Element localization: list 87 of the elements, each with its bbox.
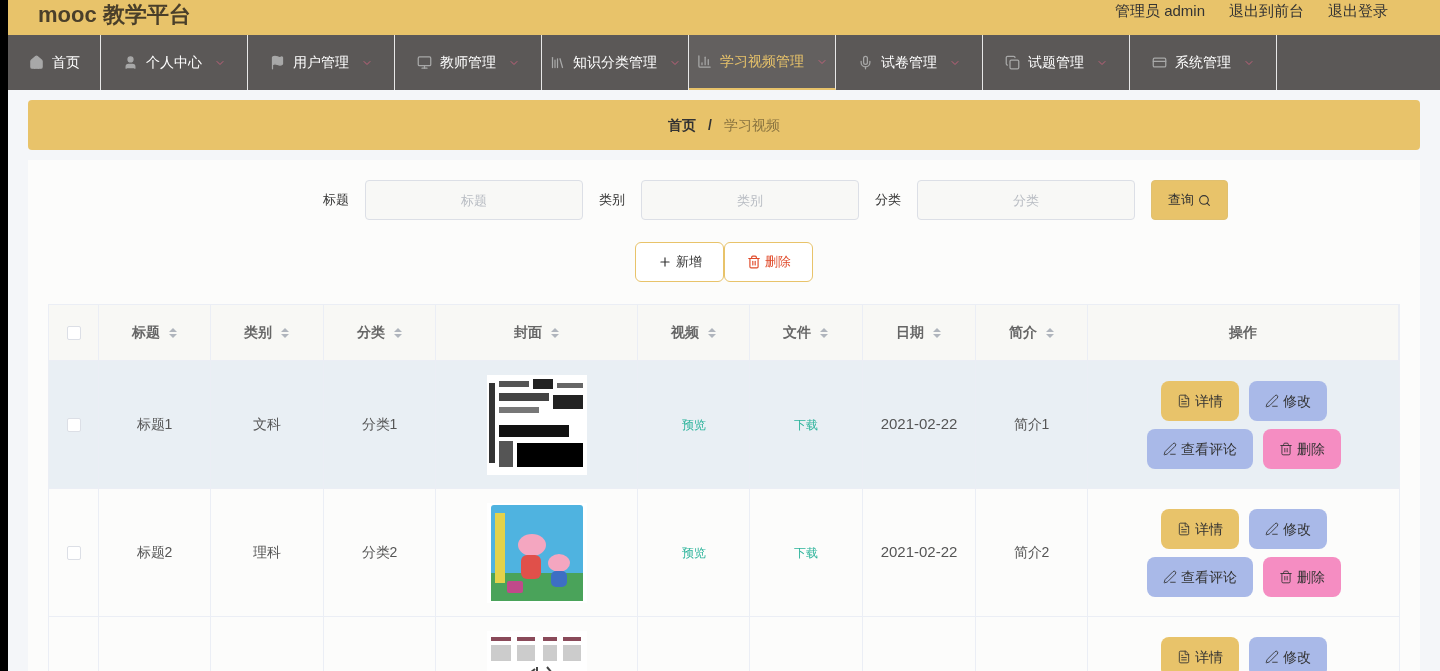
search-field[interactable]: 分类 [916, 180, 1135, 220]
document-icon [1176, 650, 1191, 664]
nav-tab[interactable]: 知识分类管理 [542, 35, 689, 90]
document-icon [1176, 522, 1191, 536]
username-text: 管理员 admin [1114, 2, 1205, 20]
trash-icon [1278, 570, 1293, 584]
delete-button[interactable]: 删除 [1262, 429, 1341, 469]
trash-icon [1278, 442, 1293, 456]
table-cell-text: 标题1 [136, 415, 173, 434]
nav-tab[interactable]: 学习视频管理 [689, 35, 836, 90]
detail-button[interactable]: 详情 [1160, 509, 1239, 549]
search-field[interactable]: 标题 [364, 180, 583, 220]
pen-icon [1264, 650, 1279, 664]
monitor-icon [416, 55, 432, 70]
checkbox[interactable] [66, 325, 81, 340]
breadcrumb-separator: / [708, 115, 712, 135]
flag-icon [269, 55, 285, 70]
search-icon [1197, 193, 1211, 207]
pen-icon [1162, 442, 1177, 456]
copy-icon [1004, 55, 1020, 70]
column-header[interactable]: 简介 [1008, 322, 1037, 343]
search-button[interactable]: 查询 [1150, 180, 1228, 220]
table-cell-text: 理科 [253, 543, 281, 562]
table-cell-text: 简介1 [1013, 415, 1050, 434]
sort-icon [706, 326, 717, 339]
edit-button[interactable]: 修改 [1248, 637, 1327, 671]
sort-icon [819, 326, 829, 339]
column-header[interactable]: 视频 [670, 322, 699, 343]
nav-tab[interactable]: 首页 [8, 35, 101, 90]
column-header[interactable]: 类别 [244, 322, 272, 343]
home-icon [28, 55, 44, 70]
header-link[interactable]: 退出到前台 [1229, 2, 1304, 20]
nav-tab[interactable]: 教师管理 [395, 35, 542, 90]
microphone-icon [857, 55, 873, 70]
field-label: 类别 [597, 191, 625, 210]
column-header[interactable]: 文件 [783, 322, 811, 343]
edit-button[interactable]: 修改 [1248, 509, 1327, 549]
breadcrumb-item[interactable]: 首页 [668, 114, 697, 136]
table-cell-text: 2021-02-22 [880, 542, 958, 563]
checkbox[interactable] [66, 417, 81, 432]
column-header[interactable]: 分类 [356, 322, 385, 343]
detail-button[interactable]: 详情 [1160, 637, 1239, 671]
plus-icon [657, 255, 672, 269]
sort-icon [1044, 326, 1055, 339]
comments-button[interactable]: 查看评论 [1146, 429, 1253, 469]
field-label: 标题 [321, 191, 349, 210]
site-title: mooc 教学平台 [38, 2, 191, 28]
field-label: 分类 [873, 191, 901, 210]
document-icon [1176, 394, 1191, 408]
sort-icon [932, 326, 942, 339]
table-cell-text: 分类2 [361, 543, 398, 562]
sort-icon [392, 326, 403, 339]
table-cell-text: 简介2 [1013, 543, 1050, 562]
table-cell-text: 2021-02-22 [880, 414, 958, 435]
nav-tab[interactable]: 个人中心 [101, 35, 248, 90]
trash-icon [746, 255, 761, 269]
pen-icon [1264, 394, 1279, 408]
edit-button[interactable]: 修改 [1248, 381, 1327, 421]
add-button[interactable]: 新增 [635, 242, 724, 282]
column-header[interactable]: 日期 [896, 322, 924, 343]
pen-icon [1264, 522, 1279, 536]
bar-chart-icon [696, 54, 712, 69]
user-icon [122, 55, 138, 70]
sort-icon [167, 326, 178, 339]
delete-button[interactable]: 删除 [1262, 557, 1341, 597]
books-icon [549, 55, 565, 70]
nav-tab[interactable]: 试卷管理 [836, 35, 983, 90]
search-field[interactable]: 类别 [640, 180, 859, 220]
nav-tab[interactable]: 系统管理 [1130, 35, 1277, 90]
table-cell-text: 标题2 [136, 543, 173, 562]
card-icon [1151, 55, 1167, 70]
detail-button[interactable]: 详情 [1160, 381, 1239, 421]
column-header[interactable]: 封面 [513, 322, 542, 343]
comments-button[interactable]: 查看评论 [1146, 557, 1253, 597]
column-header: 操作 [1229, 323, 1257, 342]
nav-tab[interactable]: 用户管理 [248, 35, 395, 90]
nav-tab[interactable]: 试题管理 [983, 35, 1130, 90]
header-link[interactable]: 退出登录 [1328, 2, 1388, 20]
sort-icon [549, 326, 560, 339]
sort-icon [280, 326, 290, 339]
table-cell-text: 分类1 [361, 415, 398, 434]
column-header[interactable]: 标题 [131, 322, 160, 343]
pen-icon [1162, 570, 1177, 584]
delete-button[interactable]: 删除 [724, 242, 813, 282]
table-cell-text: 文科 [253, 415, 281, 434]
checkbox[interactable] [66, 545, 81, 560]
breadcrumb-item: 学习视频 [723, 115, 780, 135]
